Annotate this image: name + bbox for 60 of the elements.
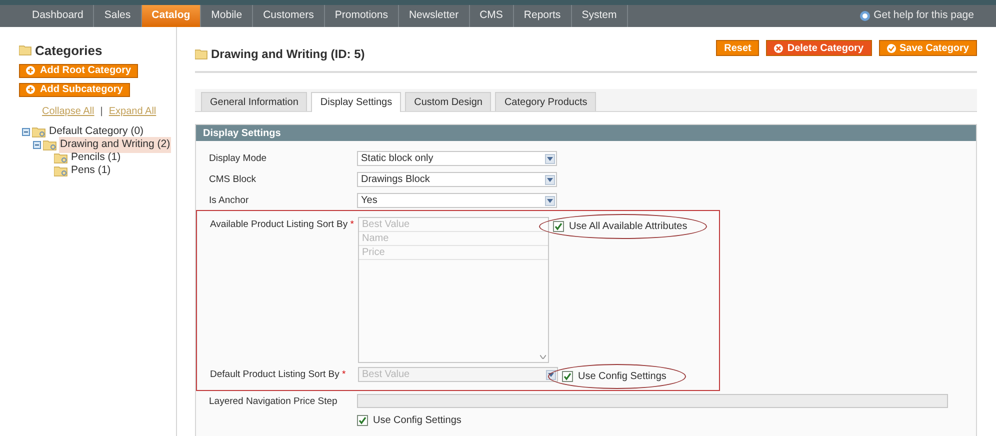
tree-item[interactable]: Pencils (1)	[70, 150, 122, 166]
plus-icon	[26, 66, 35, 75]
select-value: Static block only	[361, 152, 434, 166]
folder-icon	[195, 48, 208, 60]
checkbox-label: Use Config Settings	[373, 414, 462, 428]
nav-tab[interactable]: Dashboard	[22, 5, 94, 27]
select-value: Yes	[361, 194, 378, 208]
reset-button[interactable]: Reset	[716, 40, 760, 56]
select-field[interactable]: Yes	[357, 193, 557, 208]
add-button[interactable]: Add Subcategory	[19, 82, 130, 96]
help-icon	[860, 11, 870, 21]
dropdown-arrow-icon	[546, 370, 556, 380]
delete-button[interactable]: Delete Category	[766, 40, 872, 56]
field-label: CMS Block	[209, 173, 257, 187]
nav-tab[interactable]: Mobile	[201, 5, 254, 27]
nav-tab[interactable]: Promotions	[324, 5, 399, 27]
tab[interactable]: Category Products	[495, 92, 596, 111]
field-label: Layered Navigation Price Step	[209, 395, 338, 409]
help-link[interactable]: Get help for this page	[874, 8, 974, 24]
field-label: Default Product Listing Sort By *	[210, 368, 347, 382]
nav-tab[interactable]: CMS	[470, 5, 514, 27]
select-value: Best Value	[362, 368, 410, 382]
tree-item[interactable]: Pens (1)	[70, 163, 112, 179]
save-button[interactable]: Save Category	[878, 40, 977, 56]
nav-tab[interactable]: Catalog	[142, 5, 202, 27]
select-field[interactable]: Static block only	[357, 151, 557, 166]
folder-icon	[43, 140, 57, 150]
nav-tab[interactable]: Newsletter	[398, 5, 470, 27]
check-icon	[886, 44, 896, 52]
nav-tab[interactable]: Reports	[514, 5, 572, 27]
checkbox-label: Use Config Settings	[578, 370, 666, 384]
tree-item[interactable]: Default Category (0)	[48, 124, 145, 140]
select-field[interactable]: Drawings Block	[357, 172, 557, 187]
tab[interactable]: Display Settings	[311, 92, 402, 112]
collapse-icon[interactable]	[33, 141, 41, 149]
checkbox-label: Use All Available Attributes	[569, 220, 688, 234]
add-button[interactable]: Add Root Category	[19, 64, 138, 78]
folder-icon	[19, 45, 32, 56]
collapse-icon[interactable]	[22, 128, 30, 136]
field-label: Is Anchor	[209, 194, 250, 208]
section-header: Display Settings	[196, 125, 976, 141]
folder-icon	[54, 152, 68, 164]
link-separator: |	[100, 104, 103, 118]
select-value: Drawings Block	[361, 173, 430, 187]
dropdown-arrow-icon	[545, 196, 555, 206]
field-label: Display Mode	[209, 152, 268, 166]
plus-icon	[26, 85, 35, 94]
page-title: Drawing and Writing (ID: 5)	[211, 46, 365, 63]
nav-tab[interactable]: System	[572, 5, 628, 27]
dropdown-arrow-icon	[545, 174, 555, 184]
folder-icon	[54, 166, 68, 176]
close-icon	[774, 44, 784, 52]
dropdown-arrow-icon	[545, 154, 555, 164]
nav-tab[interactable]: Customers	[253, 5, 325, 27]
tree-item[interactable]: Drawing and Writing (2)	[59, 137, 172, 153]
sidebar-title: Categories	[35, 42, 102, 60]
tab[interactable]: Custom Design	[405, 92, 492, 111]
field-label: Available Product Listing Sort By *	[210, 218, 355, 232]
folder-icon	[32, 126, 46, 138]
tab[interactable]: General Information	[201, 92, 308, 111]
